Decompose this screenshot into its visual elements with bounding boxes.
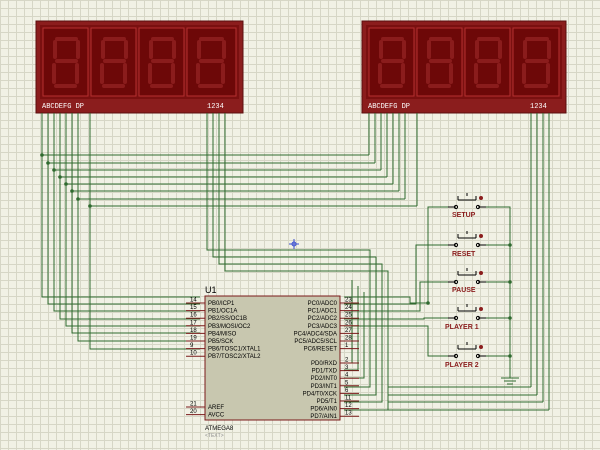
button-reset-label: RESET: [452, 251, 476, 258]
chip-pin-number: 11: [345, 396, 352, 402]
chip-pin-name: PD1/TXD: [312, 369, 338, 375]
chip-pin-number: 10: [190, 351, 197, 357]
chip-pin-name: PD7/AIN1: [310, 414, 337, 420]
button-player-2[interactable]: PLAYER 2: [445, 342, 486, 369]
button-reset[interactable]: RESET: [448, 231, 486, 258]
chip-pin-name: PC3/ADC3: [308, 324, 338, 330]
chip-pin-name: PD6/AIN0: [310, 407, 337, 413]
chip-pin-number: 15: [190, 305, 197, 311]
chip-pin-number: 18: [190, 328, 197, 334]
chip-pin-number: 21: [190, 402, 197, 408]
chip-part-name: ATMEGA8: [205, 426, 234, 432]
chip-pin-number: 23: [345, 298, 352, 304]
chip-pin-name: PC5/ADC5/SCL: [294, 339, 337, 345]
chip-pin-name: PC6/RESET: [304, 347, 338, 353]
chip-pin-name: PB2/SS/OC1B: [208, 316, 247, 322]
button-player-1-label: PLAYER 1: [445, 324, 479, 331]
chip-pin-name: PD4/T0/XCK: [303, 391, 337, 397]
schematic-canvas: ABCDEFG DP 1234 ABCDEFG DP 1234 SETUP RE…: [35, 20, 567, 439]
origin-marker-icon: [289, 239, 299, 249]
chip-pin-name: PC2/ADC2: [308, 316, 338, 322]
chip-pin-number: 12: [345, 403, 352, 409]
chip-pin-number: 16: [190, 313, 197, 319]
chip-pin-number: 28: [345, 336, 352, 342]
chip-pin-name: AVCC: [208, 413, 225, 419]
seven-segment-display-right[interactable]: ABCDEFG DP 1234: [361, 20, 567, 114]
chip-pin-number: 19: [190, 336, 197, 342]
button-pause-label: PAUSE: [452, 287, 476, 294]
display-left-segment-label: ABCDEFG DP: [42, 103, 84, 111]
display-right-digit-label: 1234: [530, 103, 547, 111]
chip-pin-name: PD5/T1: [317, 399, 338, 405]
chip-pin-name: PC0/ADC0: [308, 301, 338, 307]
chip-pin-number: 26: [345, 320, 352, 326]
chip-pin-name: PB5/SCK: [208, 339, 233, 345]
chip-pin-number: 25: [345, 313, 352, 319]
display-left-digits: [42, 27, 237, 97]
chip-pin-name: PC1/ADC1: [308, 309, 338, 315]
chip-pin-number: 20: [190, 409, 197, 415]
chip-pin-name: PB3/MOSI/OC2: [208, 324, 251, 330]
chip-atmega8[interactable]: U1 14 PB0/ICP1 15 PB1/OC1A 16 PB2/SS/OC1B 17 PB…: [186, 285, 359, 439]
chip-pin-name: AREF: [208, 405, 224, 411]
chip-pin-name: PB0/ICP1: [208, 301, 235, 307]
button-player-1[interactable]: PLAYER 1: [445, 304, 486, 331]
button-setup[interactable]: SETUP: [448, 193, 486, 219]
chip-pin-name: PD2/INT0: [311, 376, 338, 382]
button-player-2-label: PLAYER 2: [445, 362, 479, 369]
chip-pin-number: 14: [190, 298, 197, 304]
chip-pin-name: PB7/TOSC2/XTAL2: [208, 354, 261, 360]
chip-text-placeholder: <TEXT>: [205, 433, 224, 439]
chip-pin-name: PD0/RXD: [311, 361, 338, 367]
chip-pin-name: PB4/MISO: [208, 331, 237, 337]
display-left-digit-label: 1234: [207, 103, 224, 111]
chip-pin-name: PC4/ADC4/SDA: [294, 331, 337, 337]
chip-pin-number: 13: [345, 411, 352, 417]
chip-pin-number: 27: [345, 328, 352, 334]
chip-pin-name: PB1/OC1A: [208, 309, 237, 315]
chip-reference: U1: [205, 285, 217, 295]
chip-pin-name: PB6/TOSC1/XTAL1: [208, 347, 261, 353]
chip-pin-number: 24: [345, 305, 352, 311]
display-right-segment-label: ABCDEFG DP: [368, 103, 410, 111]
chip-pin-number: 17: [190, 320, 197, 326]
button-setup-label: SETUP: [452, 212, 476, 219]
button-pause[interactable]: PAUSE: [448, 268, 486, 294]
chip-pin-name: PD3/INT1: [311, 384, 338, 390]
seven-segment-display-left[interactable]: ABCDEFG DP 1234: [35, 20, 244, 114]
